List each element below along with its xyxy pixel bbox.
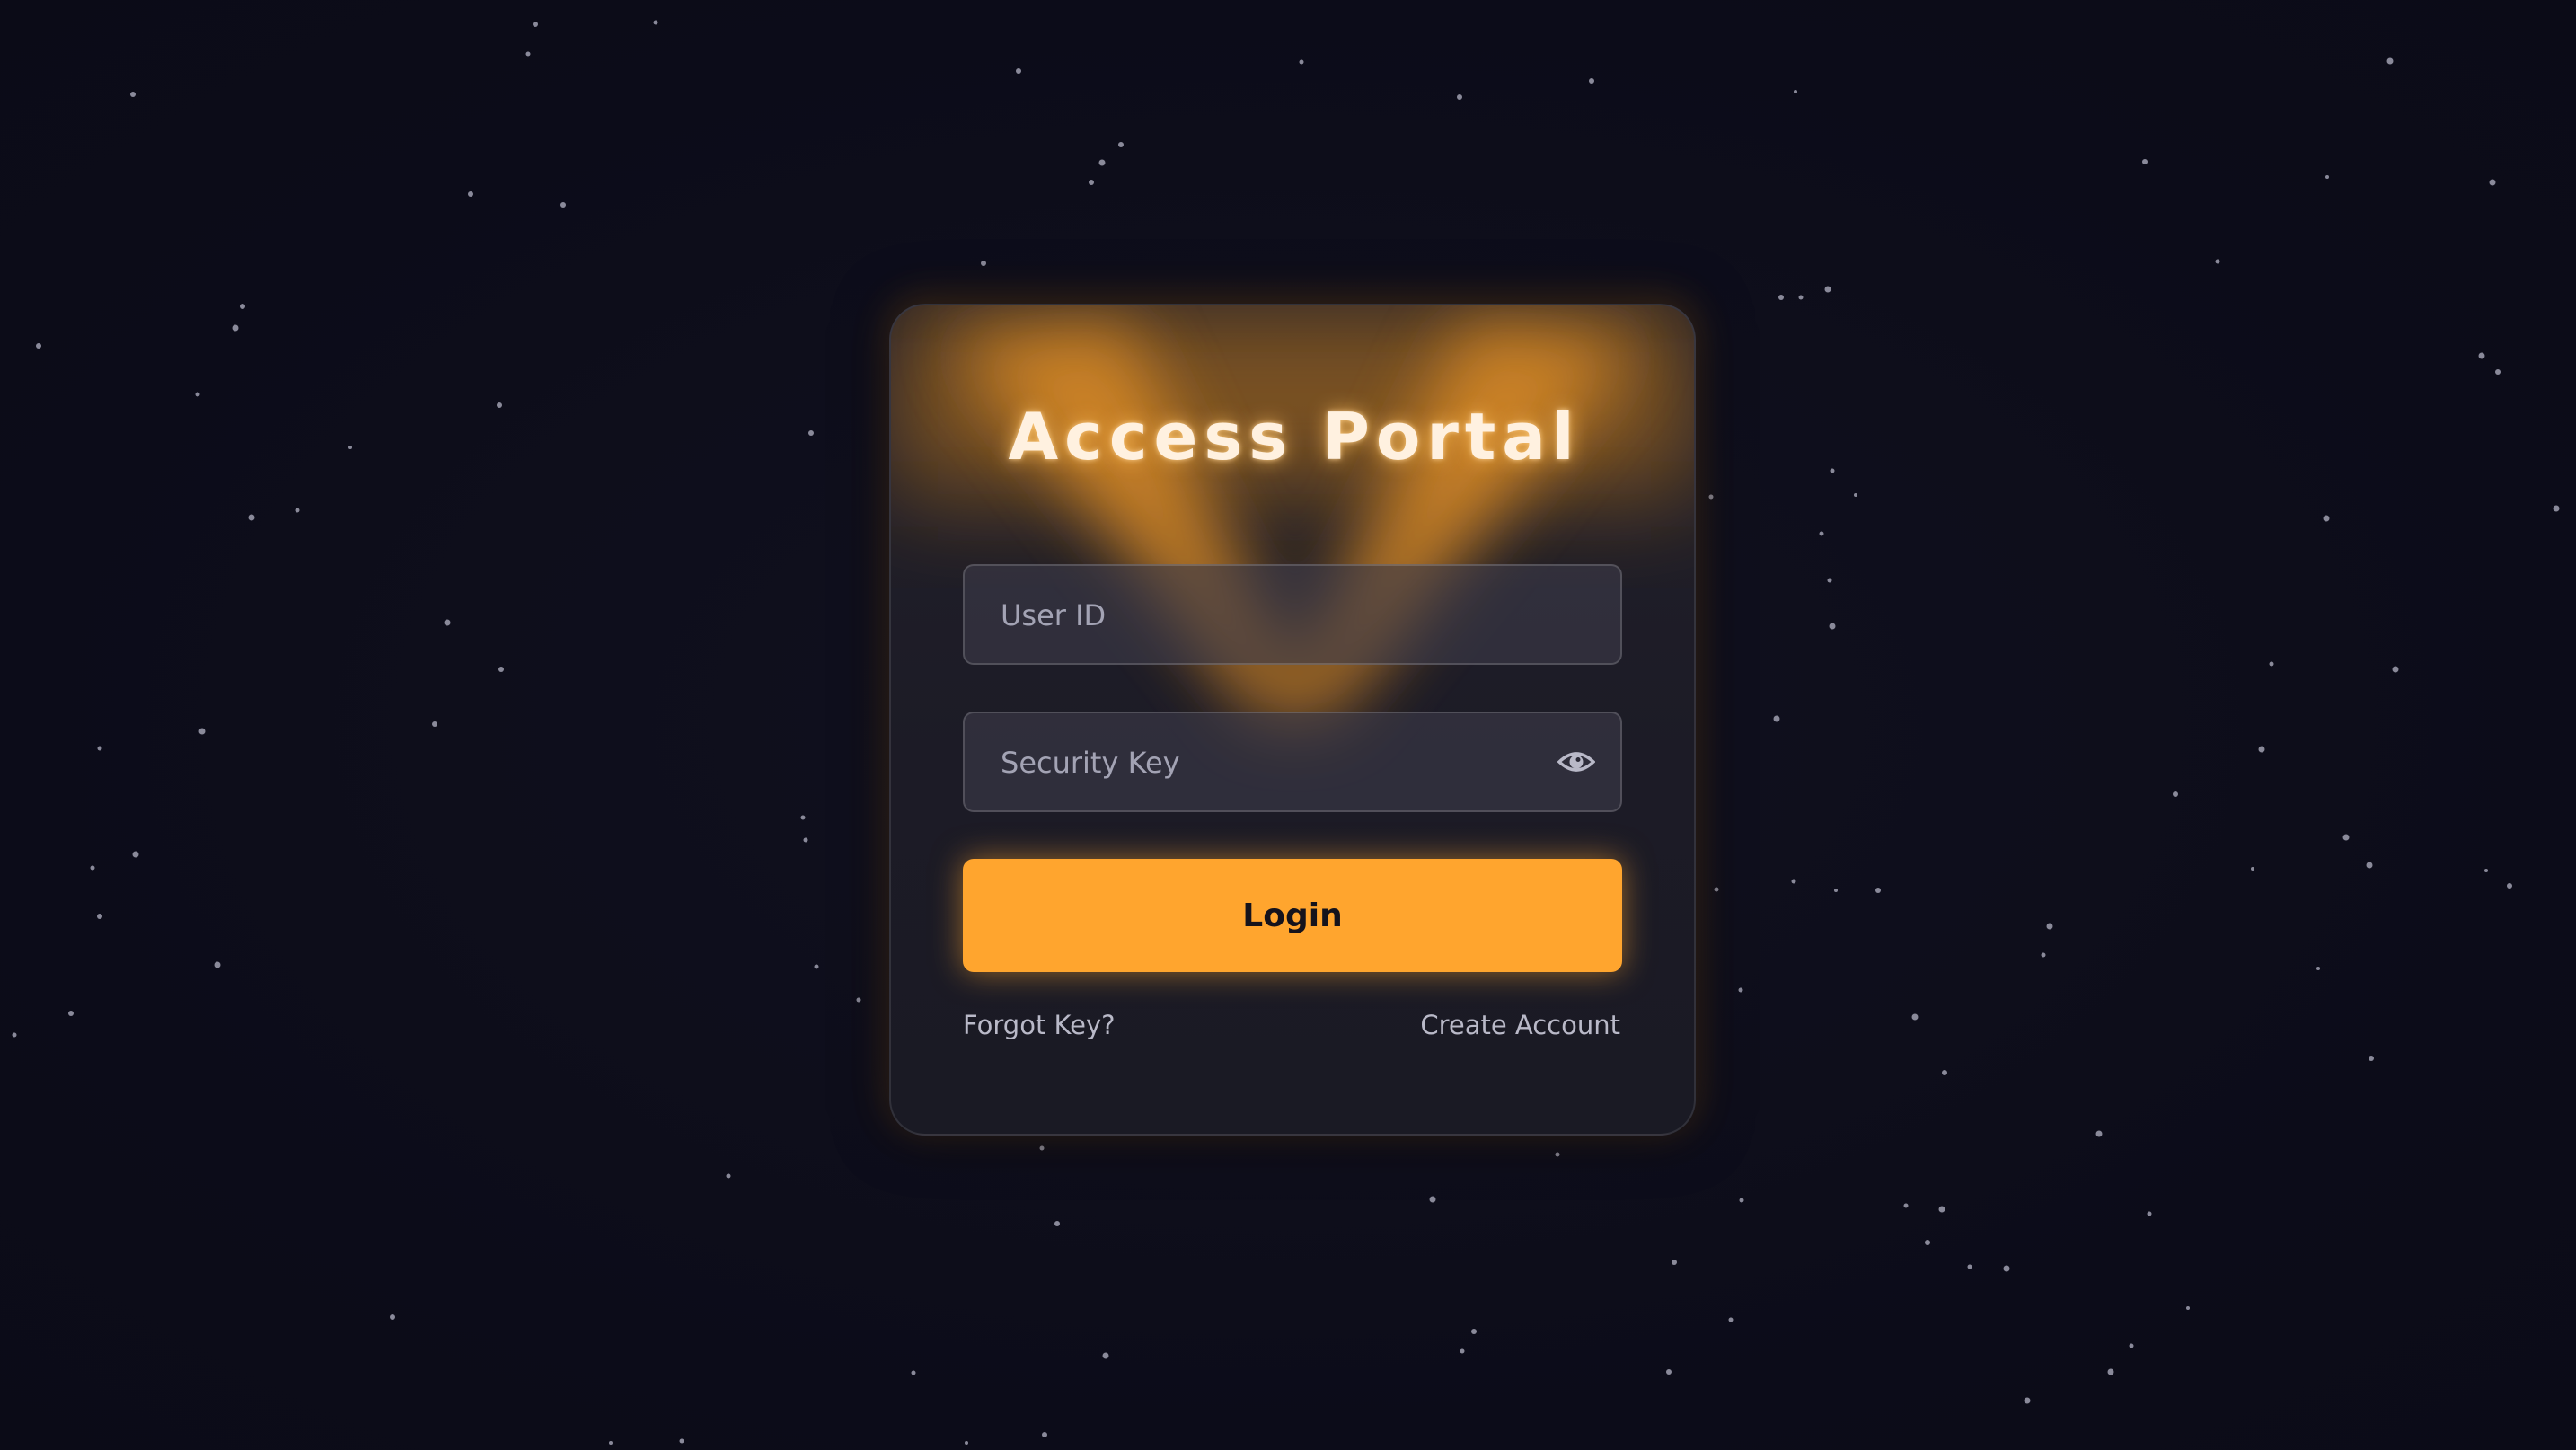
security-key-field[interactable] bbox=[963, 712, 1622, 812]
user-id-input[interactable] bbox=[999, 566, 1541, 665]
login-button[interactable]: Login bbox=[963, 859, 1622, 972]
eye-icon[interactable] bbox=[1557, 746, 1595, 778]
login-card: Access Portal Login Forgot Key? Create A… bbox=[889, 304, 1696, 1136]
create-account-link[interactable]: Create Account bbox=[1420, 1010, 1620, 1040]
login-screen: Access Portal Login Forgot Key? Create A… bbox=[0, 0, 2576, 1450]
security-key-input[interactable] bbox=[999, 713, 1541, 812]
page-title: Access Portal bbox=[1008, 399, 1581, 474]
forgot-key-link[interactable]: Forgot Key? bbox=[963, 1010, 1116, 1040]
user-id-field[interactable] bbox=[963, 564, 1622, 665]
